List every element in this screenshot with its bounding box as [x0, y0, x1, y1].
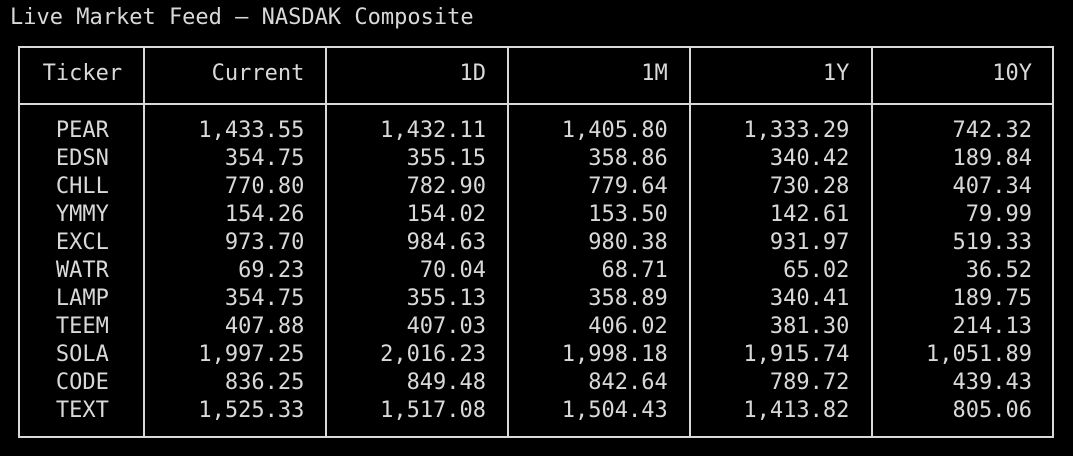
cell-current: 770.80: [224, 174, 305, 199]
table-row: WATR 69.23 70.04 68.71 65.02 36.52: [20, 257, 1052, 285]
cell-10y: 742.32: [952, 118, 1033, 143]
cell-1y: 1,413.82: [743, 398, 850, 423]
table-row: LAMP 354.75 355.13 358.89 340.41 189.75: [20, 285, 1052, 313]
cell-10y: 36.52: [965, 258, 1033, 283]
cell-1y: 65.02: [783, 258, 850, 283]
cell-1d: 154.02: [406, 202, 487, 227]
cell-ticker: SOLA: [55, 342, 109, 367]
cell-1d: 70.04: [419, 258, 487, 283]
cell-10y: 805.06: [952, 398, 1033, 423]
cell-10y: 189.75: [952, 286, 1033, 311]
cell-1d: 355.15: [406, 146, 487, 171]
cell-ticker: PEAR: [55, 118, 109, 143]
column-header-current: Current: [211, 61, 305, 86]
table-row: SOLA 1,997.25 2,016.23 1,998.18 1,915.74 1,05…: [20, 341, 1052, 369]
cell-1y: 789.72: [769, 370, 850, 395]
cell-1m: 779.64: [588, 174, 668, 199]
cell-current: 354.75: [224, 286, 305, 311]
cell-10y: 407.34: [952, 174, 1033, 199]
cell-ticker: CHLL: [55, 174, 109, 199]
cell-1y: 340.41: [769, 286, 850, 311]
cell-current: 354.75: [224, 146, 305, 171]
market-table: Ticker Current 1D 1M 1Y 10Y PEAR 1,433.55…: [18, 46, 1054, 438]
cell-10y: 1,051.89: [926, 342, 1033, 367]
cell-ticker: CODE: [55, 370, 109, 395]
cell-current: 1,525.33: [198, 398, 305, 423]
cell-1d: 407.03: [406, 314, 487, 339]
cell-1y: 931.97: [769, 230, 850, 255]
cell-1m: 1,998.18: [561, 342, 668, 367]
cell-1d: 782.90: [406, 174, 487, 199]
column-header-1m: 1M: [641, 61, 668, 86]
table-row: CODE 836.25 849.48 842.64 789.72 439.43: [20, 369, 1052, 397]
table-row: CHLL 770.80 782.90 779.64 730.28 407.34: [20, 173, 1052, 201]
cell-10y: 519.33: [952, 230, 1033, 255]
cell-current: 1,997.25: [198, 342, 305, 367]
cell-1y: 1,333.29: [743, 118, 850, 143]
cell-ticker: TEXT: [55, 398, 109, 423]
cell-1d: 355.13: [406, 286, 487, 311]
cell-ticker: EDSN: [55, 146, 109, 171]
cell-1d: 1,517.08: [380, 398, 487, 423]
column-header-1y: 1Y: [822, 61, 850, 86]
table-row: TEXT 1,525.33 1,517.08 1,504.43 1,413.82 805.…: [20, 397, 1052, 425]
cell-1m: 406.02: [588, 314, 668, 339]
cell-1d: 849.48: [406, 370, 487, 395]
cell-1m: 980.38: [588, 230, 668, 255]
column-header-1d: 1D: [459, 61, 487, 86]
cell-1d: 2,016.23: [380, 342, 487, 367]
cell-1m: 842.64: [588, 370, 668, 395]
cell-10y: 214.13: [952, 314, 1033, 339]
cell-ticker: TEEM: [55, 314, 109, 339]
cell-1m: 358.86: [588, 146, 668, 171]
cell-1m: 1,405.80: [561, 118, 668, 143]
cell-current: 1,433.55: [198, 118, 305, 143]
cell-ticker: EXCL: [55, 230, 109, 255]
table-row: EDSN 354.75 355.15 358.86 340.42 189.84: [20, 145, 1052, 173]
cell-current: 407.88: [224, 314, 305, 339]
table-header-row: Ticker Current 1D 1M 1Y 10Y: [20, 48, 1052, 103]
cell-1y: 381.30: [769, 314, 850, 339]
table-row: EXCL 973.70 984.63 980.38 931.97 519.33: [20, 229, 1052, 257]
cell-ticker: WATR: [55, 258, 109, 283]
cell-1m: 68.71: [601, 258, 668, 283]
header-divider: [20, 103, 1052, 105]
cell-1d: 1,432.11: [380, 118, 487, 143]
cell-1y: 1,915.74: [743, 342, 850, 367]
table-row: YMMY 154.26 154.02 153.50 142.61 79.99: [20, 201, 1052, 229]
cell-current: 836.25: [224, 370, 305, 395]
cell-10y: 189.84: [952, 146, 1033, 171]
table-row: PEAR 1,433.55 1,432.11 1,405.80 1,333.29 742.…: [20, 117, 1052, 145]
window-title: Live Market Feed – NASDAK Composite: [10, 5, 474, 30]
cell-1y: 142.61: [769, 202, 850, 227]
table-row: TEEM 407.88 407.03 406.02 381.30 214.13: [20, 313, 1052, 341]
cell-1d: 984.63: [406, 230, 487, 255]
cell-current: 154.26: [224, 202, 305, 227]
cell-1m: 1,504.43: [561, 398, 668, 423]
cell-ticker: LAMP: [55, 286, 109, 311]
cell-10y: 79.99: [965, 202, 1033, 227]
cell-10y: 439.43: [952, 370, 1033, 395]
cell-1y: 340.42: [769, 146, 850, 171]
table-body: PEAR 1,433.55 1,432.11 1,405.80 1,333.29 742.…: [20, 117, 1052, 425]
cell-current: 973.70: [224, 230, 305, 255]
cell-ticker: YMMY: [55, 202, 109, 227]
cell-1m: 153.50: [588, 202, 668, 227]
cell-1m: 358.89: [588, 286, 668, 311]
cell-current: 69.23: [238, 258, 305, 283]
column-header-10y: 10Y: [992, 61, 1033, 86]
cell-1y: 730.28: [769, 174, 850, 199]
column-header-ticker: Ticker: [42, 61, 123, 86]
